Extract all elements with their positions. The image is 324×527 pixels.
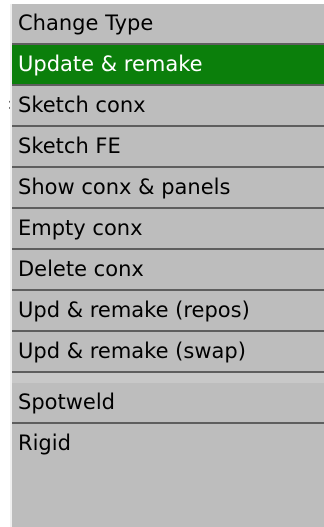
- menu-item-upd-remake-swap[interactable]: Upd & remake (swap): [12, 332, 324, 373]
- menu-item-delete-conx[interactable]: Delete conx: [12, 250, 324, 291]
- context-menu: Change Type Update & remake Sketch conx …: [10, 4, 324, 527]
- menu-item-sketch-conx[interactable]: Sketch conx: [12, 86, 324, 127]
- menu-item-show-conx-panels[interactable]: Show conx & panels: [12, 168, 324, 209]
- menu-item-change-type[interactable]: Change Type: [12, 4, 324, 45]
- menu-item-empty-conx[interactable]: Empty conx: [12, 209, 324, 250]
- menu-item-update-remake[interactable]: Update & remake: [12, 45, 324, 86]
- menu-item-upd-remake-repos[interactable]: Upd & remake (repos): [12, 291, 324, 332]
- menu-item-rigid[interactable]: Rigid: [12, 424, 324, 465]
- menu-item-sketch-fe[interactable]: Sketch FE: [12, 127, 324, 168]
- menu-separator: [12, 373, 324, 383]
- menu-item-spotweld[interactable]: Spotweld: [12, 383, 324, 424]
